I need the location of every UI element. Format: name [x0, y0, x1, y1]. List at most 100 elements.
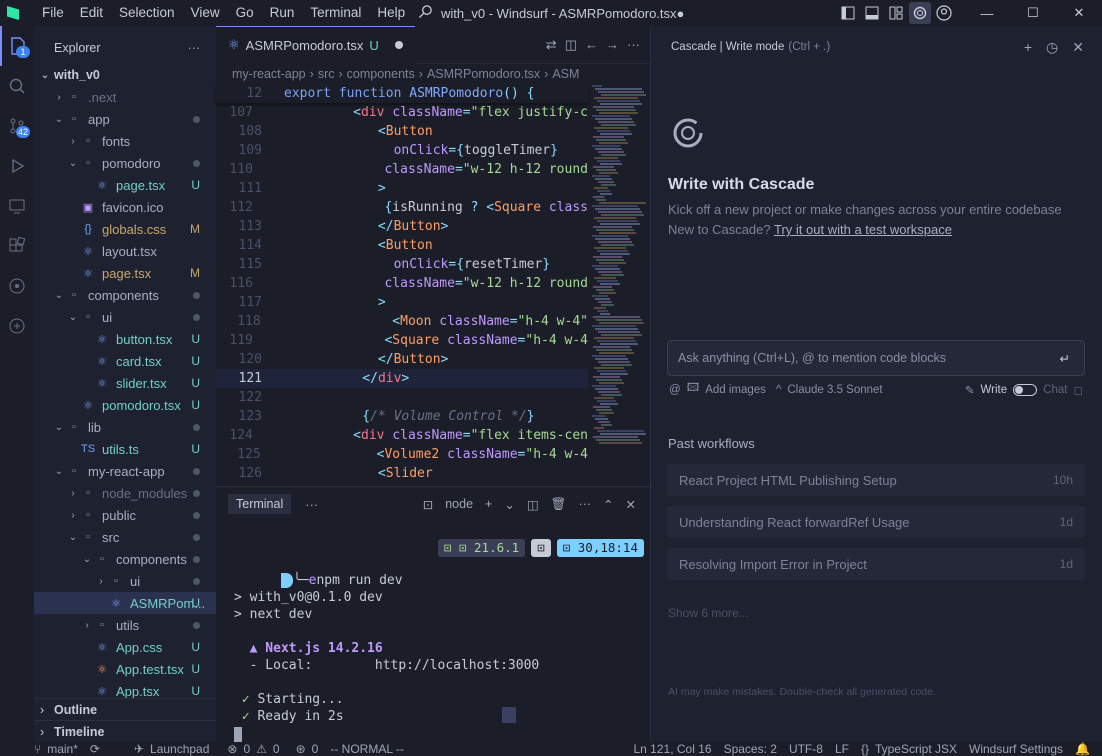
indentation[interactable]: Spaces: 2 [718, 742, 783, 756]
breadcrumb-item[interactable]: components [347, 67, 415, 81]
tree-item[interactable]: ⌄ ▫ ui [34, 306, 216, 328]
tree-item[interactable]: ⌄ ▫ components [34, 284, 216, 306]
encoding[interactable]: UTF-8 [783, 742, 829, 756]
ports-icon[interactable]: ⊛ [290, 742, 312, 756]
menu-view[interactable]: View [183, 0, 228, 26]
git-graph-icon[interactable] [0, 266, 34, 306]
tree-item[interactable]: › ▫ public [34, 504, 216, 526]
tree-item[interactable]: ⚛ ASMRPom... U [34, 592, 216, 614]
terminal-tab[interactable]: Terminal [228, 494, 292, 514]
close-panel-icon[interactable]: ✕ [626, 497, 636, 512]
write-mode-label[interactable]: Write [981, 384, 1008, 396]
tree-item[interactable]: {} globals.css M [34, 218, 216, 240]
editor-tab[interactable]: ⚛ ASMRPomodoro.tsx U [216, 25, 415, 64]
customize-layout-icon[interactable] [885, 2, 907, 24]
menu-help[interactable]: Help [369, 0, 413, 26]
code-line[interactable]: 109 onClick={toggleTimer} [216, 141, 588, 160]
remote-icon[interactable]: ⑂ [0, 742, 47, 756]
code-line[interactable]: 114 <Button [216, 236, 588, 255]
tree-item[interactable]: ⚛ page.tsx U [34, 174, 216, 196]
tree-item[interactable]: ⚛ pomodoro.tsx U [34, 394, 216, 416]
code-line[interactable]: 111 > [216, 179, 588, 198]
timeline-section[interactable]: › Timeline [34, 720, 216, 742]
minimap[interactable] [588, 84, 648, 486]
more-actions-icon[interactable]: ··· [627, 37, 640, 53]
code-line[interactable]: 108 <Button [216, 122, 588, 141]
toggle-sidebar-icon[interactable] [837, 2, 859, 24]
branch-indicator[interactable]: main* [47, 742, 84, 756]
new-terminal-icon[interactable]: + [485, 497, 492, 511]
code-line[interactable]: 113 </Button> [216, 217, 588, 236]
language-mode[interactable]: TypeScript JSX [875, 742, 963, 756]
extensions-icon[interactable] [0, 226, 34, 266]
search-icon[interactable] [0, 66, 34, 106]
account-icon[interactable] [933, 2, 955, 24]
menu-go[interactable]: Go [228, 0, 262, 26]
terminal-output[interactable]: > with_v0@0.1.0 dev > next dev ▲ Next.js … [234, 589, 644, 725]
add-images-button[interactable]: Add images [705, 384, 766, 396]
tree-item[interactable]: ⚛ App.css U [34, 636, 216, 658]
tree-item[interactable]: ⌄ ▫ my-react-app [34, 460, 216, 482]
ports-count[interactable]: 0 [312, 742, 319, 756]
toggle-panel-icon[interactable] [861, 2, 883, 24]
code-line[interactable]: 125 <Volume2 className="h-4 w-4 [216, 445, 588, 464]
code-line[interactable]: 119 <Square className="h-4 w-4 [216, 331, 588, 350]
tree-item[interactable]: ▣ favicon.ico [34, 196, 216, 218]
notifications-icon[interactable]: 🔔 [1069, 742, 1102, 756]
warning-count[interactable]: 0 [273, 742, 280, 756]
close-icon[interactable]: ✕ [1072, 39, 1084, 56]
outline-section[interactable]: › Outline [34, 698, 216, 720]
code-line[interactable]: 107 <div className="flex justify-c [216, 103, 588, 122]
split-terminal-icon[interactable]: ◫ [527, 497, 539, 512]
tree-item[interactable]: › ▫ ui [34, 570, 216, 592]
workflow-item[interactable]: React Project HTML Publishing Setup 10h [667, 464, 1085, 496]
remote-explorer-icon[interactable] [0, 186, 34, 226]
tree-item[interactable]: ⌄ ▫ lib [34, 416, 216, 438]
tree-item[interactable]: ⌄ ▫ app [34, 108, 216, 130]
windsurf-settings[interactable]: Windsurf Settings [963, 742, 1069, 756]
model-selector[interactable]: Claude 3.5 Sonnet [787, 384, 882, 396]
breadcrumb-item[interactable]: ASMRPomodoro.tsx [427, 67, 540, 81]
kill-terminal-icon[interactable]: 🗑 [551, 497, 567, 512]
explorer-icon[interactable]: 1 [0, 26, 34, 66]
maximize-panel-icon[interactable]: ⌃ [603, 497, 613, 512]
breadcrumb-item[interactable]: my-react-app [232, 67, 306, 81]
code-line[interactable]: 120 </Button> [216, 350, 588, 369]
more-actions-icon[interactable]: ··· [188, 41, 201, 55]
more-actions-icon[interactable]: ··· [579, 497, 592, 511]
cascade-icon[interactable] [909, 2, 931, 24]
tree-item[interactable]: ⚛ page.tsx M [34, 262, 216, 284]
maximize-button[interactable]: ☐ [1010, 0, 1056, 26]
mode-toggle[interactable] [1013, 383, 1038, 396]
cursor-position[interactable]: Ln 121, Col 16 [628, 742, 718, 756]
code-line[interactable]: 118 <Moon className="h-4 w-4" [216, 312, 588, 331]
code-line[interactable]: 110 className="w-12 h-12 round [216, 160, 588, 179]
code-line[interactable]: 122 [216, 388, 588, 407]
tree-item[interactable]: ⚛ layout.tsx [34, 240, 216, 262]
tree-item[interactable]: › ▫ .next [34, 86, 216, 108]
tree-item[interactable]: ⌄ ▫ components [34, 548, 216, 570]
tree-item[interactable]: ⚛ button.tsx U [34, 328, 216, 350]
code-line[interactable]: 121 </div> [216, 369, 588, 388]
tree-item[interactable]: › ▫ utils [34, 614, 216, 636]
launchpad-item[interactable]: Launchpad [150, 742, 215, 756]
terminal-scroll-thumb[interactable] [502, 707, 516, 723]
code-line[interactable]: 124 <div className="flex items-cen [216, 426, 588, 445]
mention-icon[interactable]: @ [669, 384, 681, 396]
run-debug-icon[interactable] [0, 146, 34, 186]
code-line[interactable]: 116 className="w-12 h-12 round [216, 274, 588, 293]
tree-item[interactable]: ⌄ ▫ src [34, 526, 216, 548]
breadcrumb-item[interactable]: src [318, 67, 335, 81]
code-line[interactable]: 126 <Slider [216, 464, 588, 483]
sync-icon[interactable]: ⟳ [84, 742, 106, 756]
workflow-item[interactable]: Resolving Import Error in Project 1d [667, 548, 1085, 580]
tree-item[interactable]: › ▫ fonts [34, 130, 216, 152]
code-line[interactable]: 115 onClick={resetTimer} [216, 255, 588, 274]
error-count[interactable]: 0 [243, 742, 250, 756]
minimize-button[interactable]: — [964, 0, 1010, 26]
code-area[interactable]: 107 <div className="flex justify-c 108 <B… [216, 84, 588, 486]
workflow-item[interactable]: Understanding React forwardRef Usage 1d [667, 506, 1085, 538]
menu-selection[interactable]: Selection [111, 0, 183, 26]
sticky-scroll-line[interactable]: 12 export function ASMRPomodoro() { [216, 84, 588, 103]
code-line[interactable]: 117 > [216, 293, 588, 312]
